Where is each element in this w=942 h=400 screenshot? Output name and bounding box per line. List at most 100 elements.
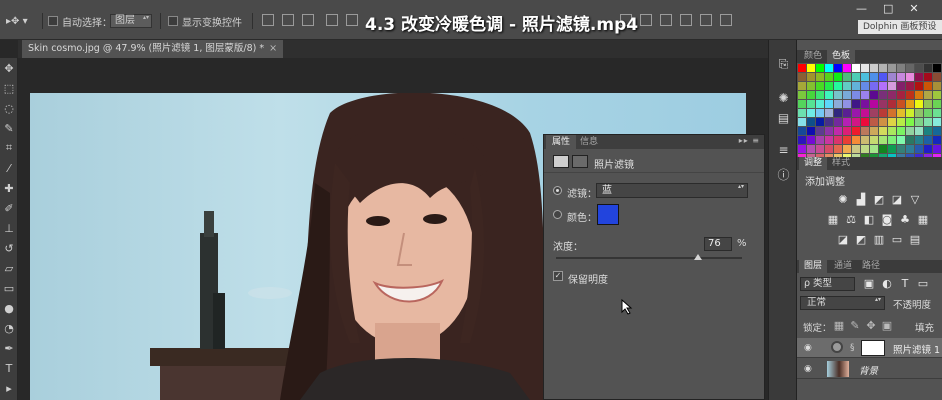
eyedropper-tool-icon[interactable]: ⁄ [0, 158, 18, 178]
swatch-cell[interactable] [852, 73, 860, 81]
swatch-cell[interactable] [798, 91, 806, 99]
swatch-cell[interactable] [843, 73, 851, 81]
swatch-cell[interactable] [897, 82, 905, 90]
adjustment-icon[interactable] [553, 155, 569, 168]
auto-select-checkbox[interactable] [48, 16, 58, 26]
levels-icon[interactable]: ▤ [773, 108, 794, 128]
swatch-cell[interactable] [807, 73, 815, 81]
distribute-icon[interactable] [700, 14, 712, 26]
density-input[interactable]: 76 [704, 237, 732, 251]
swatch-cell[interactable] [906, 64, 914, 72]
swatch-cell[interactable] [924, 100, 932, 108]
swatch-cell[interactable] [861, 127, 869, 135]
swatch-cell[interactable] [852, 145, 860, 153]
swatch-cell[interactable] [861, 145, 869, 153]
swatch-cell[interactable] [798, 127, 806, 135]
swatch-cell[interactable] [897, 127, 905, 135]
swatch-cell[interactable] [852, 127, 860, 135]
swatch-cell[interactable] [906, 100, 914, 108]
lock-position-icon[interactable]: ✥ [865, 320, 877, 331]
swatch-cell[interactable] [888, 64, 896, 72]
swatch-cell[interactable] [798, 73, 806, 81]
curves-adjust-icon[interactable]: ◩ [873, 194, 885, 205]
swatch-cell[interactable] [843, 82, 851, 90]
swatch-cell[interactable] [897, 64, 905, 72]
swatch-cell[interactable] [897, 118, 905, 126]
swatch-cell[interactable] [888, 127, 896, 135]
swatch-cell[interactable] [816, 109, 824, 117]
swatch-cell[interactable] [834, 109, 842, 117]
swatch-cell[interactable] [879, 100, 887, 108]
swatch-cell[interactable] [888, 118, 896, 126]
swatch-cell[interactable] [834, 127, 842, 135]
swatch-cell[interactable] [870, 145, 878, 153]
swatch-cell[interactable] [915, 127, 923, 135]
swatch-cell[interactable] [915, 91, 923, 99]
swatch-cell[interactable] [861, 73, 869, 81]
stamp-tool-icon[interactable]: ⊥ [0, 218, 18, 238]
exposure-adjust-icon[interactable]: ◪ [891, 194, 903, 205]
swatch-cell[interactable] [861, 100, 869, 108]
swatch-cell[interactable] [870, 118, 878, 126]
swatch-cell[interactable] [888, 145, 896, 153]
density-slider-thumb[interactable] [694, 254, 702, 260]
filter-adjust-icon[interactable]: ◐ [881, 278, 893, 289]
swatch-cell[interactable] [852, 136, 860, 144]
swatch-cell[interactable] [906, 82, 914, 90]
swatch-cell[interactable] [798, 145, 806, 153]
crop-tool-icon[interactable]: ⌗ [0, 138, 18, 158]
swatch-cell[interactable] [816, 64, 824, 72]
swatch-cell[interactable] [924, 118, 932, 126]
gradient-tool-icon[interactable]: ▭ [0, 278, 18, 298]
swatch-cell[interactable] [807, 118, 815, 126]
swatch-cell[interactable] [807, 127, 815, 135]
swatch-cell[interactable] [834, 82, 842, 90]
swatch-cell[interactable] [834, 64, 842, 72]
swatch-cell[interactable] [906, 118, 914, 126]
swatch-cell[interactable] [933, 118, 941, 126]
swatch-cell[interactable] [843, 145, 851, 153]
swatch-cell[interactable] [879, 73, 887, 81]
layer-row[interactable]: ◉ § 照片滤镜 1 [797, 338, 942, 358]
tab-paths[interactable]: 路径 [857, 260, 885, 273]
swatch-cell[interactable] [906, 73, 914, 81]
swatch-cell[interactable] [924, 136, 932, 144]
maximize-icon[interactable]: □ [883, 2, 893, 15]
lock-all-icon[interactable]: ▣ [881, 320, 893, 331]
swatch-cell[interactable] [888, 136, 896, 144]
swatch-cell[interactable] [834, 73, 842, 81]
posterize-adjust-icon[interactable]: ◩ [855, 234, 867, 245]
swatch-cell[interactable] [843, 127, 851, 135]
swatch-cell[interactable] [825, 82, 833, 90]
layer-mask-thumbnail[interactable] [861, 340, 885, 356]
swatch-cell[interactable] [825, 118, 833, 126]
tab-color[interactable]: 颜色 [799, 50, 827, 63]
swatch-cell[interactable] [933, 91, 941, 99]
swatch-cell[interactable] [879, 136, 887, 144]
document-tab[interactable]: Skin cosmo.jpg @ 47.9% (照片滤镜 1, 图层蒙版/8) … [22, 40, 284, 58]
swatch-cell[interactable] [933, 82, 941, 90]
swatch-cell[interactable] [861, 109, 869, 117]
swatch-cell[interactable] [870, 127, 878, 135]
lasso-tool-icon[interactable]: ◌ [0, 98, 18, 118]
swatch-cell[interactable] [915, 109, 923, 117]
close-icon[interactable]: ✕ [909, 2, 918, 15]
swatch-cell[interactable] [816, 145, 824, 153]
lock-transparent-icon[interactable]: ▦ [833, 320, 845, 331]
swatch-cell[interactable] [834, 145, 842, 153]
swatch-cell[interactable] [825, 145, 833, 153]
swatch-cell[interactable] [870, 91, 878, 99]
swatch-cell[interactable] [933, 145, 941, 153]
swatch-cell[interactable] [861, 91, 869, 99]
swatch-cell[interactable] [915, 118, 923, 126]
swatch-cell[interactable] [915, 136, 923, 144]
swatch-cell[interactable] [834, 118, 842, 126]
swatch-cell[interactable] [825, 127, 833, 135]
align-bottom-icon[interactable] [302, 14, 314, 26]
swatch-cell[interactable] [807, 100, 815, 108]
swatch-cell[interactable] [798, 64, 806, 72]
tab-properties[interactable]: 属性 [546, 135, 577, 149]
swatch-cell[interactable] [879, 127, 887, 135]
swatch-cell[interactable] [798, 109, 806, 117]
swatch-cell[interactable] [843, 91, 851, 99]
